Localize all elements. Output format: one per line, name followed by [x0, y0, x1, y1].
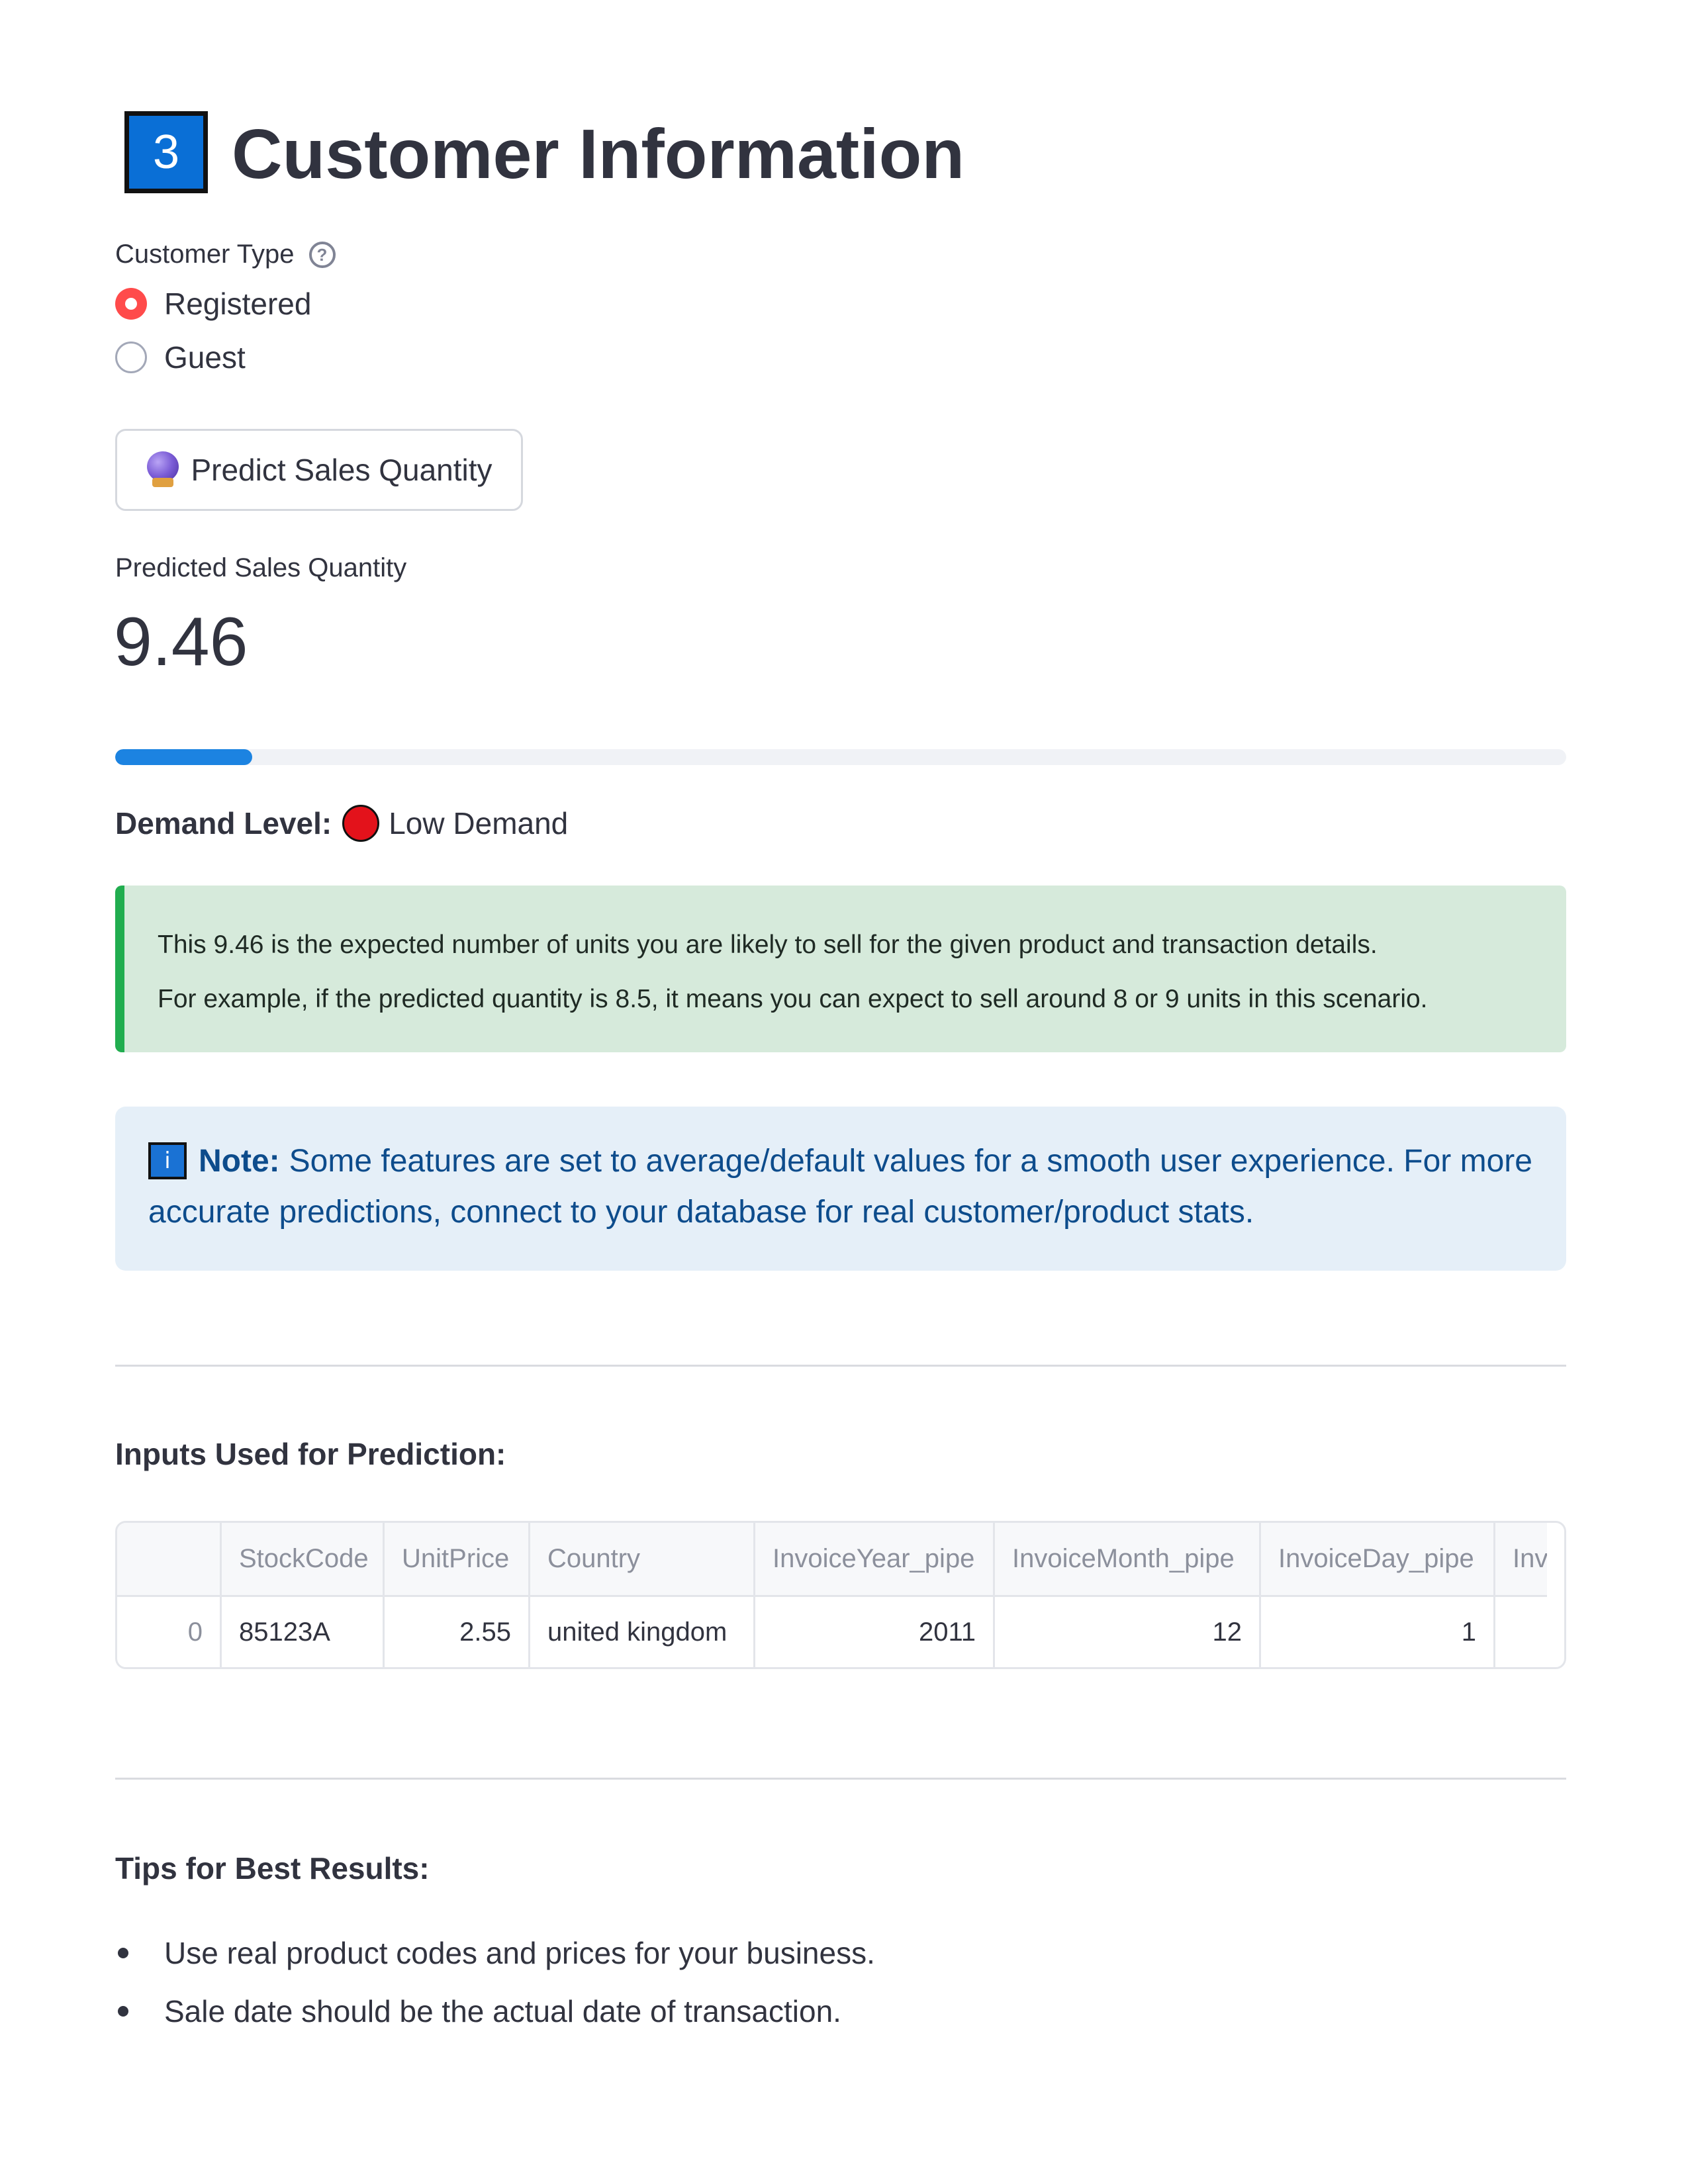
- red-circle-icon: [342, 805, 380, 842]
- table-header-cell[interactable]: Inv: [1495, 1523, 1547, 1595]
- customer-type-label-text: Customer Type: [115, 240, 295, 269]
- radio-unchecked-icon[interactable]: [115, 341, 147, 373]
- table-header-cell[interactable]: InvoiceMonth_pipe: [995, 1523, 1261, 1595]
- success-message: This 9.46 is the expected number of unit…: [115, 886, 1566, 1052]
- predict-sales-quantity-button[interactable]: Predict Sales Quantity: [115, 429, 523, 511]
- success-message-line-2: For example, if the predicted quantity i…: [158, 985, 1428, 1013]
- info-icon: i: [148, 1142, 187, 1179]
- list-item: Sale date should be the actual date of t…: [115, 1993, 841, 2029]
- table-row: 0 85123A 2.55 united kingdom 2011 12 1: [117, 1597, 1547, 1667]
- table-cell[interactable]: 2.55: [385, 1597, 530, 1667]
- inputs-heading: Inputs Used for Prediction:: [115, 1437, 506, 1471]
- tip-text: Use real product codes and prices for yo…: [164, 1936, 875, 1970]
- progress-bar-fill: [115, 749, 253, 765]
- table-header-cell[interactable]: InvoiceDay_pipe: [1261, 1523, 1495, 1595]
- table-cell[interactable]: 1: [1261, 1597, 1495, 1667]
- radio-label: Guest: [164, 340, 246, 375]
- table-header-cell[interactable]: StockCode: [222, 1523, 385, 1595]
- crystal-ball-icon: [146, 451, 180, 488]
- demand-level: Demand Level: Low Demand: [115, 805, 568, 842]
- predict-button-label: Predict Sales Quantity: [191, 453, 492, 487]
- table-row-index[interactable]: 0: [117, 1597, 222, 1667]
- question-circle-icon[interactable]: ?: [308, 241, 336, 268]
- table-header-cell[interactable]: [117, 1523, 222, 1595]
- table-cell[interactable]: 85123A: [222, 1597, 385, 1667]
- demand-level-label: Demand Level:: [115, 806, 332, 841]
- table-cell[interactable]: united kingdom: [530, 1597, 755, 1667]
- table-header-cell[interactable]: Country: [530, 1523, 755, 1595]
- progress-bar: [115, 749, 1566, 765]
- section-number-badge: 3: [124, 111, 208, 193]
- list-item: Use real product codes and prices for yo…: [115, 1935, 875, 1971]
- bullet-icon: [118, 2006, 128, 2017]
- table-header-cell[interactable]: InvoiceYear_pipe: [755, 1523, 995, 1595]
- metric-label: Predicted Sales Quantity: [115, 553, 407, 582]
- radio-label: Registered: [164, 287, 312, 321]
- info-message-text-1: Some features are set to average/default…: [289, 1143, 1532, 1179]
- customer-type-label: Customer Type ?: [115, 240, 336, 269]
- info-note-label: Note:: [199, 1143, 280, 1179]
- table-cell[interactable]: 2011: [755, 1597, 995, 1667]
- tips-heading: Tips for Best Results:: [115, 1851, 430, 1886]
- demand-level-value: Low Demand: [389, 806, 569, 841]
- radio-option-guest[interactable]: Guest: [115, 340, 246, 375]
- radio-option-registered[interactable]: Registered: [115, 286, 311, 322]
- divider: [115, 1778, 1566, 1780]
- table-cell[interactable]: [1495, 1597, 1547, 1667]
- success-message-line-1: This 9.46 is the expected number of unit…: [158, 931, 1378, 959]
- section-number: 3: [129, 116, 203, 189]
- divider: [115, 1365, 1566, 1367]
- info-message-line-2: accurate predictions, connect to your da…: [148, 1195, 1254, 1230]
- table-header-cell[interactable]: UnitPrice: [385, 1523, 530, 1595]
- info-message: i Note: Some features are set to average…: [115, 1107, 1566, 1271]
- bullet-icon: [118, 1948, 128, 1958]
- tip-text: Sale date should be the actual date of t…: [164, 1994, 841, 2028]
- table-cell[interactable]: 12: [995, 1597, 1261, 1667]
- inputs-table[interactable]: StockCode UnitPrice Country InvoiceYear_…: [115, 1521, 1566, 1669]
- page-title: Customer Information: [232, 115, 965, 193]
- table-header: StockCode UnitPrice Country InvoiceYear_…: [117, 1523, 1547, 1597]
- info-message-line-1: i Note: Some features are set to average…: [148, 1142, 1532, 1179]
- radio-checked-icon[interactable]: [115, 288, 147, 320]
- metric-value: 9.46: [114, 604, 248, 680]
